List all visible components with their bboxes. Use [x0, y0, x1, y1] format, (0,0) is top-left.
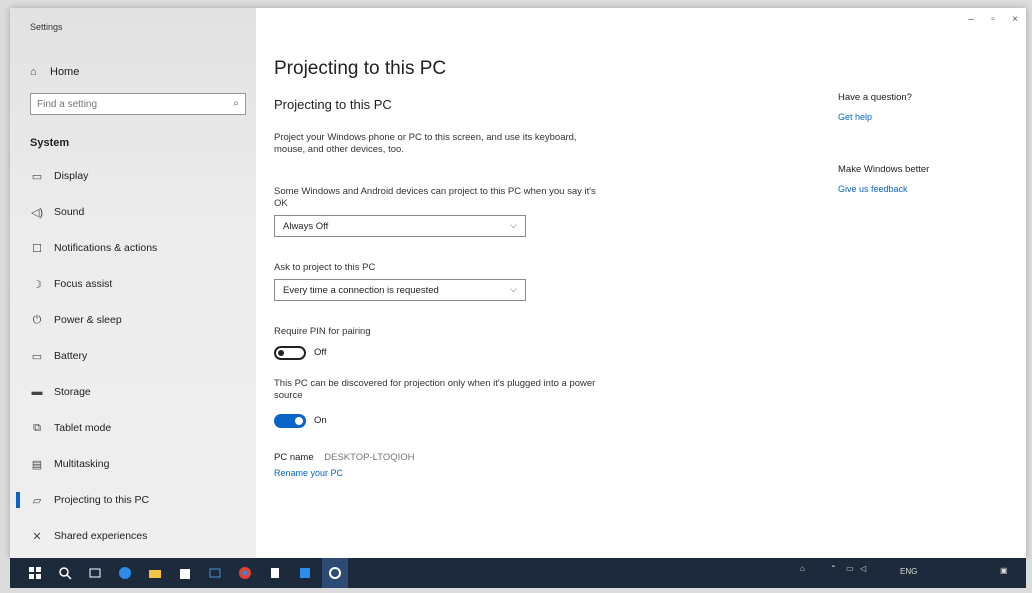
- pc-name-value: DESKTOP-LTOQIOH: [324, 452, 415, 463]
- home-icon: ⌂: [30, 66, 37, 78]
- notifications-icon: ☐: [32, 242, 42, 255]
- app-icon[interactable]: [268, 566, 282, 580]
- sidebar-item-notifications-actions[interactable]: ☐ Notifications & actions: [10, 230, 256, 266]
- search-icon[interactable]: [58, 566, 72, 580]
- question-title: Have a question?: [838, 92, 912, 103]
- sidebar-item-label: Focus assist: [54, 278, 113, 290]
- storage-icon: ▬: [31, 386, 43, 398]
- pin-label: Require PIN for pairing: [274, 326, 371, 337]
- sidebar-item-battery[interactable]: ▭ Battery: [10, 338, 256, 374]
- home-button[interactable]: ⌂ Home: [30, 64, 79, 80]
- sidebar-item-label: Shared experiences: [54, 530, 148, 542]
- network-icon[interactable]: ⌂: [800, 564, 805, 573]
- pin-toggle[interactable]: [274, 346, 306, 360]
- sidebar-item-label: Multitasking: [54, 458, 110, 470]
- chevron-down-icon: ⌵: [510, 284, 517, 294]
- sidebar-item-sound[interactable]: ◁) Sound: [10, 194, 256, 230]
- sidebar-item-label: Power & sleep: [54, 314, 122, 326]
- power-toggle[interactable]: [274, 414, 306, 428]
- volume-icon[interactable]: ◁: [860, 564, 866, 573]
- sidebar-item-tablet-mode[interactable]: ⧉ Tablet mode: [10, 410, 256, 446]
- sidebar-item-label: Display: [54, 170, 89, 182]
- taskbar: ⌂ ⌃ ▭ ◁ ENG ▣: [10, 558, 1026, 588]
- window-controls: – ▫ ×: [960, 14, 1026, 25]
- sidebar-item-label: Storage: [54, 386, 91, 398]
- sidebar-item-power-sleep[interactable]: ⏻ Power & sleep: [10, 302, 256, 338]
- settings-app-icon[interactable]: [322, 558, 348, 588]
- sidebar-item-shared-experiences[interactable]: ✕ Shared experiences: [10, 518, 256, 554]
- pin-state: Off: [314, 347, 327, 358]
- page-title: Projecting to this PC: [274, 58, 447, 79]
- feedback-link[interactable]: Give us feedback: [838, 184, 908, 194]
- description-text: Project your Windows phone or PC to this…: [274, 132, 577, 155]
- chrome-icon[interactable]: [238, 566, 252, 580]
- start-icon[interactable]: [28, 566, 42, 580]
- projection-availability-dropdown[interactable]: Always Off ⌵: [274, 215, 526, 237]
- focus-assist-icon: ☽: [32, 278, 42, 291]
- dropdown-value: Every time a connection is requested: [283, 284, 439, 296]
- search-input[interactable]: [37, 98, 217, 110]
- section-label: System: [30, 137, 70, 149]
- app-title: Settings: [30, 22, 63, 32]
- settings-window: Settings ⌂ Home ⌕ System ▭ Display ◁) Sound…: [10, 8, 1026, 558]
- search-icon[interactable]: ⌕: [233, 98, 239, 109]
- sidebar-item-label: Battery: [54, 350, 88, 362]
- battery-icon: ▭: [31, 350, 43, 363]
- setting2-label: Ask to project to this PC: [274, 262, 376, 273]
- shared-experiences-icon: ✕: [32, 530, 42, 543]
- sidebar-item-label: Projecting to this PC: [54, 494, 150, 506]
- power-icon: ⏻: [32, 313, 42, 326]
- chevron-down-icon: ⌵: [510, 220, 517, 230]
- main-content: – ▫ × Projecting to this PC Projecting t…: [256, 8, 1026, 558]
- sidebar-item-label: Sound: [54, 206, 85, 218]
- toggle-knob: [295, 417, 303, 425]
- rename-pc-link[interactable]: Rename your PC: [274, 468, 343, 478]
- tablet-mode-icon: ⧉: [33, 421, 41, 434]
- power-state: On: [314, 415, 327, 426]
- get-help-link[interactable]: Get help: [838, 112, 872, 122]
- toggle-knob: [278, 350, 284, 356]
- pc-name-label: PC name: [274, 452, 314, 463]
- mail-icon[interactable]: [208, 566, 222, 580]
- make-windows-better-title: Make Windows better: [838, 164, 930, 175]
- sidebar-item-label: Tablet mode: [54, 422, 112, 434]
- pc-name-row: PC name DESKTOP-LTOQIOH: [274, 452, 415, 463]
- store-icon[interactable]: [178, 566, 192, 580]
- multitasking-icon: ▤: [31, 458, 43, 471]
- file-explorer-icon[interactable]: [148, 566, 162, 580]
- sidebar: Settings ⌂ Home ⌕ System ▭ Display ◁) Sound…: [10, 8, 256, 558]
- home-label: Home: [50, 66, 80, 78]
- minimize-button[interactable]: –: [960, 14, 982, 25]
- edge-icon[interactable]: [118, 566, 132, 580]
- close-button[interactable]: ×: [1004, 14, 1026, 25]
- active-indicator: [16, 492, 20, 508]
- chevron-up-icon[interactable]: ⌃: [830, 564, 837, 573]
- action-center-icon[interactable]: ▣: [1000, 566, 1008, 575]
- power-label: This PC can be discovered for projection…: [274, 378, 596, 401]
- sidebar-item-projecting-to-this-pc[interactable]: ▱ Projecting to this PC: [10, 482, 256, 518]
- sidebar-item-focus-assist[interactable]: ☽ Focus assist: [10, 266, 256, 302]
- sound-icon: ◁): [30, 206, 44, 219]
- sidebar-item-multitasking[interactable]: ▤ Multitasking: [10, 446, 256, 482]
- task-view-icon[interactable]: [88, 566, 102, 580]
- ask-to-project-dropdown[interactable]: Every time a connection is requested ⌵: [274, 279, 526, 301]
- section-title: Projecting to this PC: [274, 97, 392, 112]
- setting1-label: Some Windows and Android devices can pro…: [274, 186, 596, 209]
- maximize-button[interactable]: ▫: [982, 14, 1004, 25]
- search-box[interactable]: ⌕: [30, 93, 246, 115]
- dropdown-value: Always Off: [283, 220, 329, 232]
- sidebar-item-label: Notifications & actions: [54, 242, 158, 254]
- display-icon: ▭: [31, 170, 43, 183]
- language-indicator[interactable]: ENG: [900, 567, 917, 576]
- app-icon[interactable]: [298, 566, 312, 580]
- sidebar-item-display[interactable]: ▭ Display: [10, 158, 256, 194]
- sidebar-item-storage[interactable]: ▬ Storage: [10, 374, 256, 410]
- sidebar-nav: ▭ Display ◁) Sound ☐ Notifications & actions ☽…: [10, 158, 256, 554]
- projecting-icon: ▱: [32, 494, 42, 507]
- battery-icon[interactable]: ▭: [846, 564, 854, 573]
